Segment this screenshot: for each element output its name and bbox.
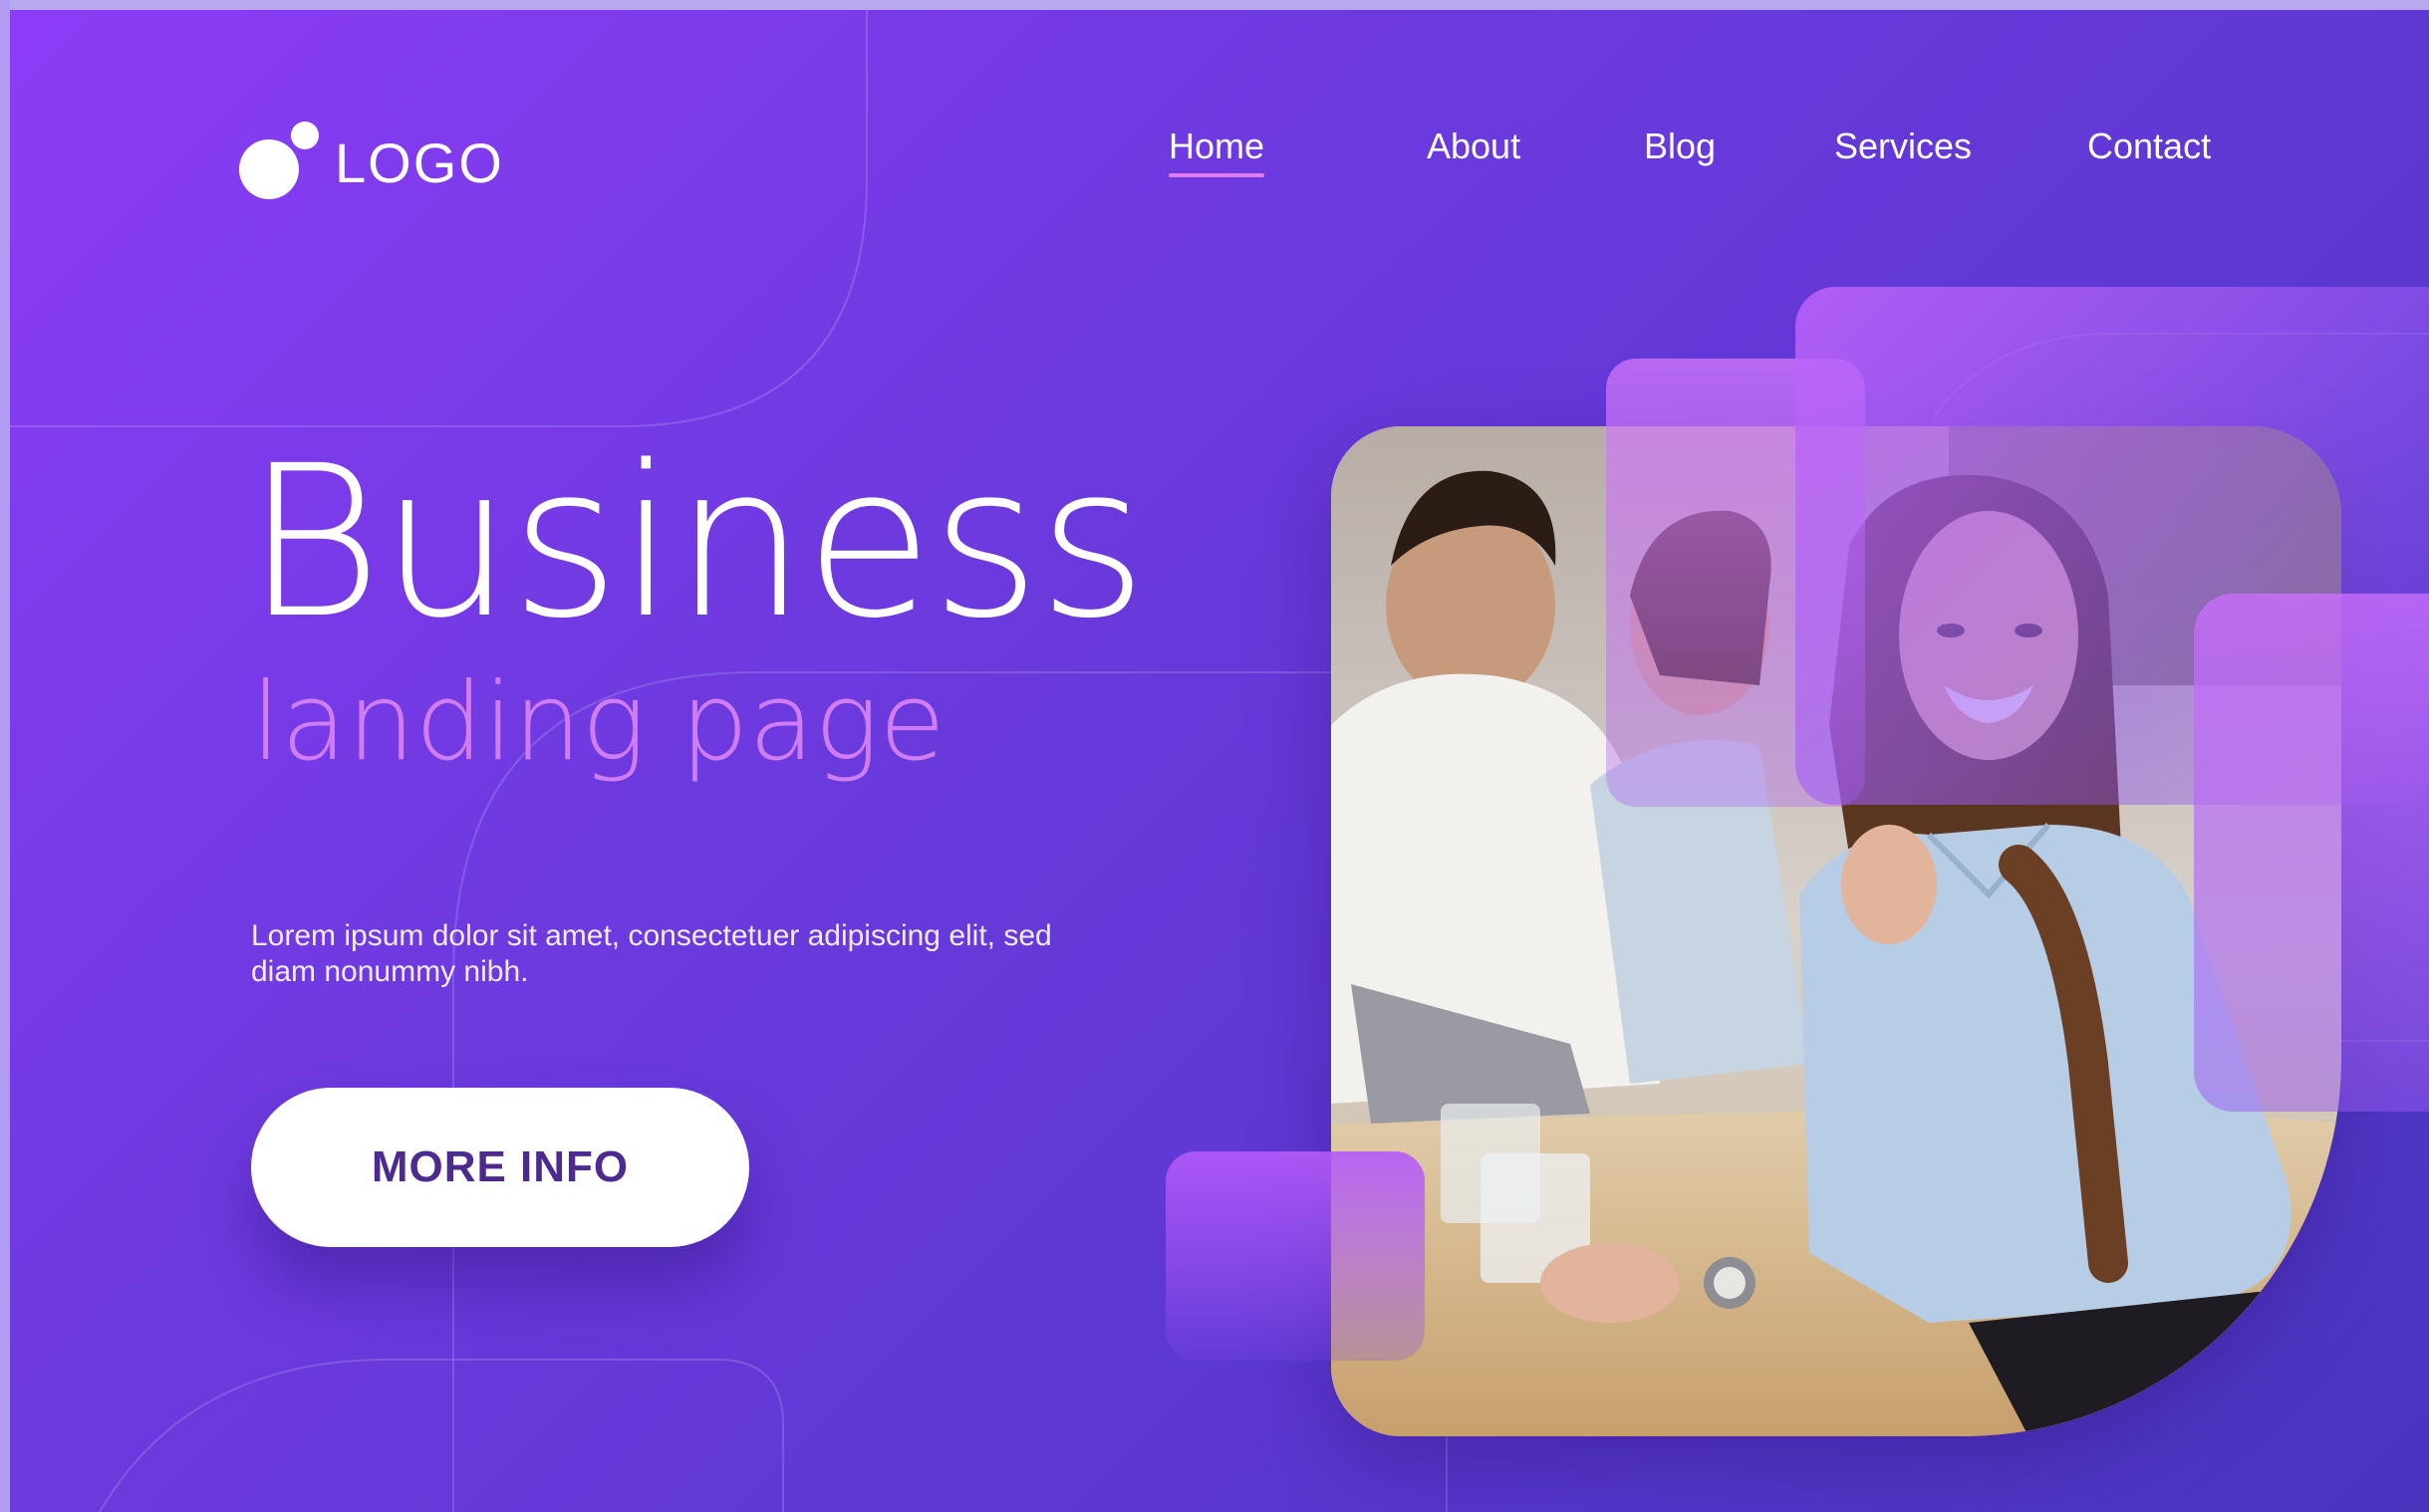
logo-dots-icon <box>237 118 321 207</box>
nav-item-blog[interactable]: Blog <box>1644 126 1716 167</box>
hero-title: Business <box>245 420 1147 664</box>
main-nav: Home About Blog Services Contact <box>1146 126 2252 185</box>
nav-item-about[interactable]: About <box>1427 126 1520 167</box>
hero-subtitle: landing page <box>251 660 945 785</box>
nav-item-contact[interactable]: Contact <box>2087 126 2211 167</box>
logo[interactable]: LOGO <box>237 118 556 207</box>
decorative-glass-panel <box>1166 1151 1425 1361</box>
logo-text: LOGO <box>335 130 504 194</box>
decorative-glass-panel <box>2194 594 2429 1112</box>
more-info-button[interactable]: MORE INFO <box>251 1088 749 1247</box>
nav-item-home[interactable]: Home <box>1169 126 1265 177</box>
landing-page: LOGO Home About Blog Services Contact Bu… <box>0 0 2429 1512</box>
nav-item-services[interactable]: Services <box>1834 126 1972 167</box>
hero-description: Lorem ipsum dolor sit amet, consectetuer… <box>251 919 1052 988</box>
